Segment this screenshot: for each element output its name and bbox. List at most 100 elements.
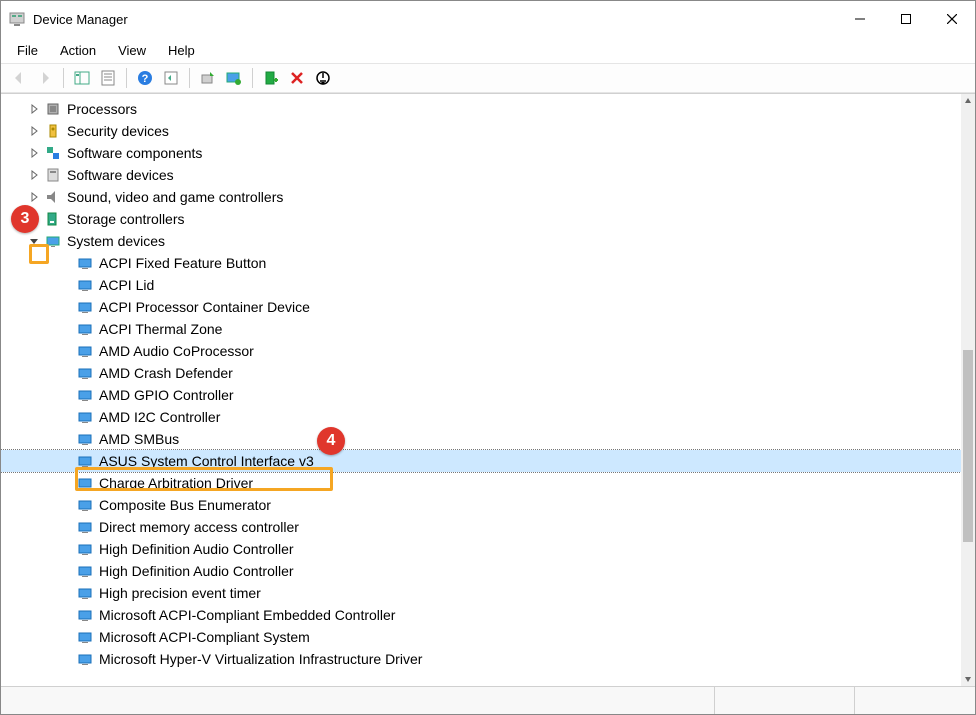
category-row[interactable]: System devices (1, 230, 975, 252)
software-comp-icon (45, 145, 61, 161)
device-label: AMD SMBus (99, 431, 179, 447)
system-device-icon (77, 651, 93, 667)
category-row[interactable]: Software devices (1, 164, 975, 186)
menubar: File Action View Help (1, 37, 975, 63)
menu-action[interactable]: Action (50, 40, 106, 61)
system-device-icon (77, 453, 93, 469)
chevron-right-icon[interactable] (27, 146, 41, 160)
system-icon (45, 233, 61, 249)
device-row[interactable]: ASUS System Control Interface v3 (1, 450, 975, 472)
system-device-icon (77, 497, 93, 513)
device-label: AMD I2C Controller (99, 409, 220, 425)
device-label: ACPI Lid (99, 277, 154, 293)
storage-icon (45, 211, 61, 227)
scrollbar-thumb[interactable] (963, 350, 973, 542)
category-row[interactable]: Security devices (1, 120, 975, 142)
device-label: ACPI Processor Container Device (99, 299, 310, 315)
device-row[interactable]: Microsoft ACPI-Compliant System (1, 626, 975, 648)
category-label: Sound, video and game controllers (67, 189, 283, 205)
titlebar: Device Manager (1, 1, 975, 37)
security-icon (45, 123, 61, 139)
system-device-icon (77, 387, 93, 403)
properties-button[interactable] (96, 66, 120, 90)
device-label: Direct memory access controller (99, 519, 299, 535)
annotation-callout-4: 4 (317, 427, 345, 455)
scroll-down-arrow-icon[interactable] (961, 672, 975, 686)
update-driver-button[interactable] (196, 66, 220, 90)
menu-view[interactable]: View (108, 40, 156, 61)
device-row[interactable]: High Definition Audio Controller (1, 560, 975, 582)
device-row[interactable]: ACPI Fixed Feature Button (1, 252, 975, 274)
chevron-right-icon[interactable] (27, 168, 41, 182)
device-row[interactable]: AMD GPIO Controller (1, 384, 975, 406)
forward-button (33, 66, 57, 90)
action-sheet-button[interactable] (159, 66, 183, 90)
show-hide-console-tree-button[interactable] (70, 66, 94, 90)
maximize-button[interactable] (883, 1, 929, 37)
cpu-icon (45, 101, 61, 117)
system-device-icon (77, 431, 93, 447)
system-device-icon (77, 277, 93, 293)
chevron-right-icon[interactable] (27, 124, 41, 138)
device-row[interactable]: ACPI Thermal Zone (1, 318, 975, 340)
category-row[interactable]: Sound, video and game controllers (1, 186, 975, 208)
device-manager-window: Device Manager File Action View Help (0, 0, 976, 715)
minimize-button[interactable] (837, 1, 883, 37)
device-label: ACPI Thermal Zone (99, 321, 222, 337)
device-label: High precision event timer (99, 585, 261, 601)
device-label: ACPI Fixed Feature Button (99, 255, 266, 271)
category-label: Software components (67, 145, 202, 161)
system-device-icon (77, 299, 93, 315)
device-label: Charge Arbitration Driver (99, 475, 253, 491)
device-row[interactable]: Microsoft Hyper-V Virtualization Infrast… (1, 648, 975, 670)
content-area: Processors Security devices Software compo… (1, 93, 975, 686)
category-row[interactable]: Storage controllers (1, 208, 975, 230)
category-label: Storage controllers (67, 211, 185, 227)
device-row[interactable]: AMD SMBus (1, 428, 975, 450)
chevron-down-icon[interactable] (27, 234, 41, 248)
device-row[interactable]: Microsoft ACPI-Compliant Embedded Contro… (1, 604, 975, 626)
category-row[interactable]: Software components (1, 142, 975, 164)
device-row[interactable]: AMD Crash Defender (1, 362, 975, 384)
menu-file[interactable]: File (7, 40, 48, 61)
help-button[interactable]: ? (133, 66, 157, 90)
add-legacy-hardware-button[interactable] (259, 66, 283, 90)
device-row[interactable]: Charge Arbitration Driver (1, 472, 975, 494)
scan-hardware-button[interactable] (222, 66, 246, 90)
device-row[interactable]: AMD I2C Controller (1, 406, 975, 428)
scroll-up-arrow-icon[interactable] (961, 94, 975, 108)
system-device-icon (77, 321, 93, 337)
device-row[interactable]: Direct memory access controller (1, 516, 975, 538)
category-label: Processors (67, 101, 137, 117)
device-label: ASUS System Control Interface v3 (99, 453, 314, 469)
category-label: System devices (67, 233, 165, 249)
device-row[interactable]: High precision event timer (1, 582, 975, 604)
menu-help[interactable]: Help (158, 40, 205, 61)
chevron-right-icon[interactable] (27, 190, 41, 204)
system-device-icon (77, 519, 93, 535)
device-row[interactable]: AMD Audio CoProcessor (1, 340, 975, 362)
device-row[interactable]: ACPI Lid (1, 274, 975, 296)
system-device-icon (77, 475, 93, 491)
disable-device-button[interactable] (311, 66, 335, 90)
vertical-scrollbar[interactable] (961, 94, 975, 686)
app-icon (9, 11, 25, 27)
system-device-icon (77, 585, 93, 601)
device-label: Microsoft ACPI-Compliant Embedded Contro… (99, 607, 395, 623)
software-dev-icon (45, 167, 61, 183)
device-label: Microsoft Hyper-V Virtualization Infrast… (99, 651, 422, 667)
category-row[interactable]: Processors (1, 98, 975, 120)
window-title: Device Manager (33, 12, 128, 27)
chevron-right-icon[interactable] (27, 102, 41, 116)
device-label: High Definition Audio Controller (99, 541, 294, 557)
window-controls (837, 1, 975, 37)
system-device-icon (77, 629, 93, 645)
device-label: AMD Audio CoProcessor (99, 343, 254, 359)
device-row[interactable]: Composite Bus Enumerator (1, 494, 975, 516)
uninstall-device-button[interactable] (285, 66, 309, 90)
device-row[interactable]: ACPI Processor Container Device (1, 296, 975, 318)
close-button[interactable] (929, 1, 975, 37)
device-row[interactable]: High Definition Audio Controller (1, 538, 975, 560)
device-tree[interactable]: Processors Security devices Software compo… (1, 94, 975, 686)
device-label: AMD Crash Defender (99, 365, 233, 381)
